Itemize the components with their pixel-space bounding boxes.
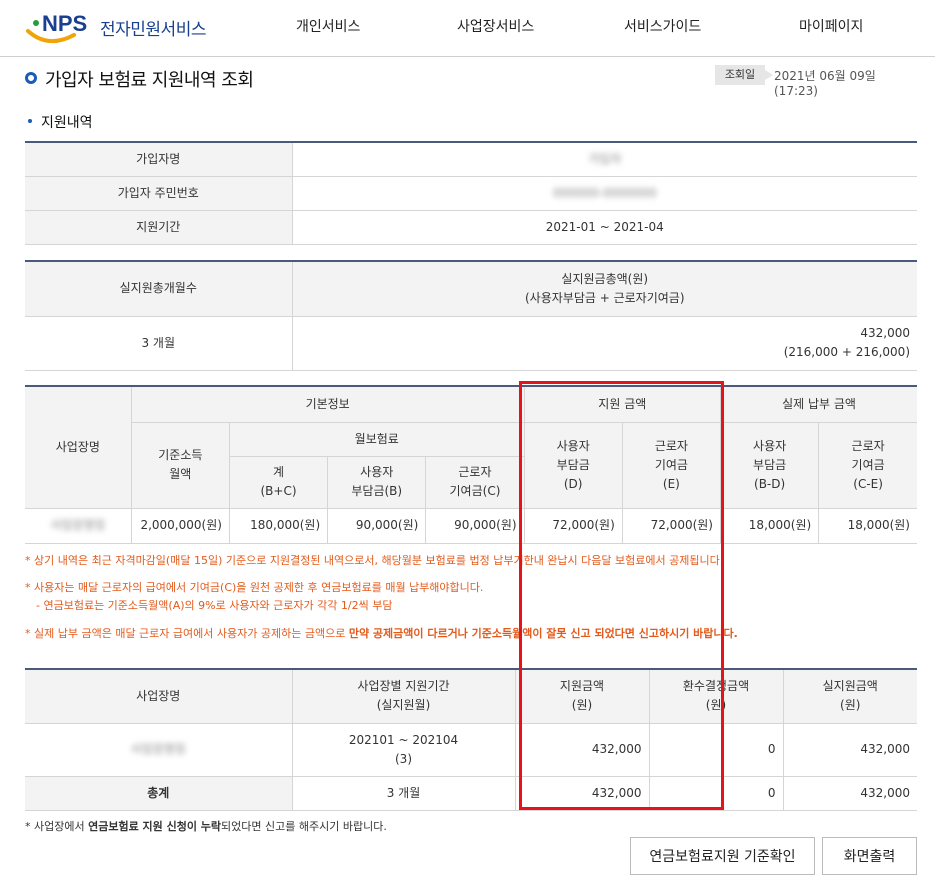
subscriber-name-value: 가입자 <box>588 151 622 166</box>
premium-worker-value: 90,000(원) <box>425 507 525 544</box>
nav-my-page[interactable]: 마이페이지 <box>799 16 863 36</box>
nav-workplace-service[interactable]: 사업장서비스 <box>457 16 534 36</box>
premium-employer-header: 사용자 부담금(B) <box>327 455 427 509</box>
wp-total-actual: 432,000 <box>782 775 917 811</box>
premium-total-header: 계 (B+C) <box>229 455 329 509</box>
title-row: 가입자 보험료 지원내역 조회 조회일 2021년 06월 09일 (17:23… <box>25 65 917 98</box>
actual-worker-value: 18,000(원) <box>818 507 917 544</box>
total-months-value: 3 개월 <box>25 315 293 371</box>
note-5-text-a: * 사업장에서 <box>25 820 89 833</box>
base-income-header: 기준소득 월액 <box>131 421 230 509</box>
support-employer-header: 사용자 부담금 (D) <box>523 421 623 509</box>
note-1: * 상기 내역은 최근 자격마감일(매달 15일) 기준으로 지원결정된 내역으… <box>25 554 724 567</box>
note-4: * 실제 납부 금액은 매달 근로자 급여에서 사용자가 공제하는 금액으로 만… <box>25 626 738 642</box>
premium-total-value: 180,000(원) <box>228 507 329 544</box>
nav-service-guide[interactable]: 서비스가이드 <box>624 16 701 36</box>
title-bullet-icon <box>25 72 37 84</box>
note-5-emphasis: 연금보험료 지원 신청이 누락 <box>88 820 222 833</box>
note-3: - 연금보험료는 기준소득월액(A)의 9%로 사용자와 근로자가 각각 1/2… <box>36 599 393 612</box>
table-row: 사업장명칭 202101 ~ 202104 (3) 432,000 0 432,0… <box>25 722 917 777</box>
actual-payment-header: 실제 납부 금액 <box>720 385 917 423</box>
summary-table: 실지원총개월수 실지원금총액(원) (사용자부담금 + 근로자기여금) 3 개월… <box>25 260 917 371</box>
wp-workplace-value: 사업장명칭 <box>130 742 186 756</box>
support-worker-header: 근로자 기여금 (E) <box>621 421 722 509</box>
table-row: 사업장명칭 2,000,000(원) 180,000(원) 90,000(원) … <box>25 507 917 544</box>
wp-actual-value: 432,000 <box>782 722 917 777</box>
section-title: 지원내역 <box>28 112 93 132</box>
note-2: * 사용자는 매달 근로자의 급여에서 기여금(C)을 원천 공제한 후 연금보… <box>25 581 484 594</box>
detail-table: 사업장명 기본정보 지원 금액 실제 납부 금액 기준소득 월액 월보험료 사용자… <box>25 385 917 544</box>
wp-workplace-header: 사업장명 <box>25 668 293 724</box>
wp-period-value: 202101 ~ 202104 (3) <box>291 722 516 777</box>
wp-actual-header: 실지원금액 (원) <box>782 668 917 724</box>
section-title-text: 지원내역 <box>41 115 93 131</box>
detail-workplace-header: 사업장명 <box>25 385 132 509</box>
print-button[interactable]: 화면출력 <box>822 837 917 875</box>
site-header: NPS 전자민원서비스 개인서비스 사업장서비스 서비스가이드 마이페이지 <box>0 0 935 57</box>
wp-support-header: 지원금액 (원) <box>514 668 650 724</box>
total-row: 총계 3 개월 432,000 0 432,000 <box>25 775 917 811</box>
actual-worker-header: 근로자 기여금 (C-E) <box>818 421 917 509</box>
subscriber-id-label: 가입자 주민번호 <box>25 175 293 211</box>
support-amount-header: 지원 금액 <box>523 385 722 423</box>
basic-info-header: 기본정보 <box>130 385 525 423</box>
query-date: 2021년 06월 09일 (17:23) <box>774 69 876 98</box>
support-period-label: 지원기간 <box>25 209 293 245</box>
total-amount-header-line2: (사용자부담금 + 근로자기여금) <box>524 290 685 305</box>
workplace-support-table: 사업장명 사업장별 지원기간 (실지원월) 지원금액 (원) 환수결정금액 (원) 실… <box>25 668 917 811</box>
total-amount-header-line1: 실지원금총액(원) <box>561 271 649 286</box>
page-title: 가입자 보험료 지원내역 조회 <box>45 70 254 91</box>
note-4-emphasis: 만약 공제금액이 다르거나 기준소득월액이 잘못 신고 되었다면 신고하시기 바… <box>348 627 738 640</box>
support-worker-value: 72,000(원) <box>621 507 722 544</box>
subscriber-info-table: 가입자명 가입자 가입자 주민번호 000000-0000000 지원기간 20… <box>25 141 917 245</box>
note-5-text-c: 되었다면 신고를 해주시기 바랍니다. <box>221 820 387 833</box>
premium-worker-header: 근로자 기여금(C) <box>425 455 525 509</box>
detail-workplace-value: 사업장명칭 <box>50 518 106 532</box>
support-period-value: 2021-01 ~ 2021-04 <box>291 209 917 245</box>
base-income-value: 2,000,000(원) <box>130 507 230 544</box>
actual-employer-header: 사용자 부담금 (B-D) <box>719 421 820 509</box>
wp-total-period: 3 개월 <box>291 775 516 811</box>
criteria-check-button[interactable]: 연금보험료지원 기준확인 <box>630 837 815 875</box>
support-employer-value: 72,000(원) <box>523 507 623 544</box>
total-amount-value-line2: (216,000 + 216,000) <box>783 345 910 359</box>
bullet-icon <box>28 119 32 123</box>
subscriber-id-value: 000000-0000000 <box>552 185 657 200</box>
total-amount-value: 432,000 (216,000 + 216,000) <box>291 315 917 371</box>
premium-employer-value: 90,000(원) <box>327 507 427 544</box>
wp-support-value: 432,000 <box>514 722 650 777</box>
total-amount-value-line1: 432,000 <box>860 326 910 340</box>
nav-personal-service[interactable]: 개인서비스 <box>296 16 360 36</box>
wp-refund-value: 0 <box>648 722 784 777</box>
main-nav: 개인서비스 사업장서비스 서비스가이드 마이페이지 <box>0 16 935 36</box>
wp-period-header: 사업장별 지원기간 (실지원월) <box>291 668 516 724</box>
subscriber-name-label: 가입자명 <box>25 141 293 177</box>
actual-employer-value: 18,000(원) <box>719 507 820 544</box>
wp-total-support: 432,000 <box>514 775 650 811</box>
total-months-header: 실지원총개월수 <box>25 260 293 317</box>
monthly-premium-header: 월보험료 <box>228 421 525 457</box>
note-5: * 사업장에서 연금보험료 지원 신청이 누락되었다면 신고를 해주시기 바랍니… <box>25 819 387 835</box>
query-date-label: 조회일 <box>715 65 773 85</box>
total-amount-header: 실지원금총액(원) (사용자부담금 + 근로자기여금) <box>291 260 917 317</box>
wp-refund-header: 환수결정금액 (원) <box>648 668 784 724</box>
wp-total-refund: 0 <box>648 775 784 811</box>
note-4-text: * 실제 납부 금액은 매달 근로자 급여에서 사용자가 공제하는 금액으로 <box>25 627 349 640</box>
wp-total-label: 총계 <box>25 775 293 811</box>
